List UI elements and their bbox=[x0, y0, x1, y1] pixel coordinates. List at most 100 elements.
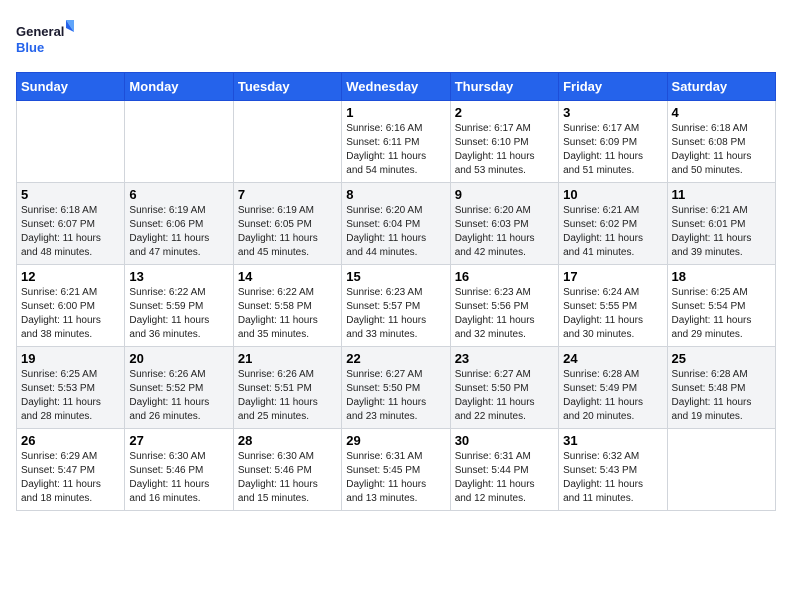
day-info: Sunrise: 6:20 AMSunset: 6:03 PMDaylight:… bbox=[455, 204, 554, 260]
calendar-cell: 20 Sunrise: 6:26 AMSunset: 5:52 PMDayligh… bbox=[125, 347, 233, 429]
day-info: Sunrise: 6:23 AMSunset: 5:56 PMDaylight:… bbox=[455, 286, 554, 342]
day-number: 31 bbox=[563, 433, 662, 448]
day-info: Sunrise: 6:22 AMSunset: 5:58 PMDaylight:… bbox=[238, 286, 337, 342]
day-number: 11 bbox=[672, 187, 771, 202]
day-number: 25 bbox=[672, 351, 771, 366]
day-info: Sunrise: 6:27 AMSunset: 5:50 PMDaylight:… bbox=[455, 368, 554, 424]
day-number: 20 bbox=[129, 351, 228, 366]
day-header-friday: Friday bbox=[559, 73, 667, 101]
day-info: Sunrise: 6:16 AMSunset: 6:11 PMDaylight:… bbox=[346, 122, 445, 178]
day-info: Sunrise: 6:30 AMSunset: 5:46 PMDaylight:… bbox=[129, 450, 228, 506]
day-info: Sunrise: 6:28 AMSunset: 5:48 PMDaylight:… bbox=[672, 368, 771, 424]
day-number: 27 bbox=[129, 433, 228, 448]
calendar-header-row: SundayMondayTuesdayWednesdayThursdayFrid… bbox=[17, 73, 776, 101]
calendar-cell: 16 Sunrise: 6:23 AMSunset: 5:56 PMDayligh… bbox=[450, 265, 558, 347]
calendar-cell: 13 Sunrise: 6:22 AMSunset: 5:59 PMDayligh… bbox=[125, 265, 233, 347]
calendar-week-row: 12Sunrise: 6:21 AMSunset: 6:00 PMDayligh… bbox=[17, 265, 776, 347]
day-number: 23 bbox=[455, 351, 554, 366]
day-number: 4 bbox=[672, 105, 771, 120]
day-info: Sunrise: 6:18 AMSunset: 6:08 PMDaylight:… bbox=[672, 122, 771, 178]
day-info: Sunrise: 6:20 AMSunset: 6:04 PMDaylight:… bbox=[346, 204, 445, 260]
day-info: Sunrise: 6:32 AMSunset: 5:43 PMDaylight:… bbox=[563, 450, 662, 506]
day-number: 10 bbox=[563, 187, 662, 202]
calendar-cell: 21 Sunrise: 6:26 AMSunset: 5:51 PMDayligh… bbox=[233, 347, 341, 429]
day-number: 5 bbox=[21, 187, 120, 202]
calendar-cell: 11 Sunrise: 6:21 AMSunset: 6:01 PMDayligh… bbox=[667, 183, 775, 265]
day-number: 21 bbox=[238, 351, 337, 366]
calendar-table: SundayMondayTuesdayWednesdayThursdayFrid… bbox=[16, 72, 776, 511]
day-number: 6 bbox=[129, 187, 228, 202]
calendar-cell: 2Sunrise: 6:17 AMSunset: 6:10 PMDaylight… bbox=[450, 101, 558, 183]
day-info: Sunrise: 6:26 AMSunset: 5:51 PMDaylight:… bbox=[238, 368, 337, 424]
day-info: Sunrise: 6:21 AMSunset: 6:00 PMDaylight:… bbox=[21, 286, 120, 342]
day-info: Sunrise: 6:31 AMSunset: 5:45 PMDaylight:… bbox=[346, 450, 445, 506]
day-info: Sunrise: 6:29 AMSunset: 5:47 PMDaylight:… bbox=[21, 450, 120, 506]
calendar-cell: 28 Sunrise: 6:30 AMSunset: 5:46 PMDayligh… bbox=[233, 429, 341, 511]
day-info: Sunrise: 6:19 AMSunset: 6:05 PMDaylight:… bbox=[238, 204, 337, 260]
calendar-cell: 10 Sunrise: 6:21 AMSunset: 6:02 PMDayligh… bbox=[559, 183, 667, 265]
calendar-cell: 17Sunrise: 6:24 AMSunset: 5:55 PMDayligh… bbox=[559, 265, 667, 347]
day-info: Sunrise: 6:23 AMSunset: 5:57 PMDaylight:… bbox=[346, 286, 445, 342]
day-number: 2 bbox=[455, 105, 554, 120]
calendar-cell: 18 Sunrise: 6:25 AMSunset: 5:54 PMDayligh… bbox=[667, 265, 775, 347]
day-info: Sunrise: 6:21 AMSunset: 6:02 PMDaylight:… bbox=[563, 204, 662, 260]
day-number: 29 bbox=[346, 433, 445, 448]
calendar-cell: 27 Sunrise: 6:30 AMSunset: 5:46 PMDayligh… bbox=[125, 429, 233, 511]
logo: General Blue bbox=[16, 16, 76, 60]
day-header-wednesday: Wednesday bbox=[342, 73, 450, 101]
calendar-week-row: 26Sunrise: 6:29 AMSunset: 5:47 PMDayligh… bbox=[17, 429, 776, 511]
calendar-cell: 31 Sunrise: 6:32 AMSunset: 5:43 PMDayligh… bbox=[559, 429, 667, 511]
day-info: Sunrise: 6:22 AMSunset: 5:59 PMDaylight:… bbox=[129, 286, 228, 342]
day-number: 3 bbox=[563, 105, 662, 120]
day-number: 15 bbox=[346, 269, 445, 284]
day-header-saturday: Saturday bbox=[667, 73, 775, 101]
calendar-cell: 5 Sunrise: 6:18 AMSunset: 6:07 PMDaylight… bbox=[17, 183, 125, 265]
day-info: Sunrise: 6:18 AMSunset: 6:07 PMDaylight:… bbox=[21, 204, 120, 260]
day-number: 14 bbox=[238, 269, 337, 284]
calendar-cell: 26Sunrise: 6:29 AMSunset: 5:47 PMDayligh… bbox=[17, 429, 125, 511]
day-info: Sunrise: 6:26 AMSunset: 5:52 PMDaylight:… bbox=[129, 368, 228, 424]
calendar-cell: 1Sunrise: 6:16 AMSunset: 6:11 PMDaylight… bbox=[342, 101, 450, 183]
page-header: General Blue bbox=[16, 16, 776, 60]
calendar-week-row: 1Sunrise: 6:16 AMSunset: 6:11 PMDaylight… bbox=[17, 101, 776, 183]
logo-svg: General Blue bbox=[16, 16, 76, 60]
calendar-cell: 6Sunrise: 6:19 AMSunset: 6:06 PMDaylight… bbox=[125, 183, 233, 265]
day-header-tuesday: Tuesday bbox=[233, 73, 341, 101]
calendar-cell: 29 Sunrise: 6:31 AMSunset: 5:45 PMDayligh… bbox=[342, 429, 450, 511]
day-number: 28 bbox=[238, 433, 337, 448]
calendar-week-row: 5 Sunrise: 6:18 AMSunset: 6:07 PMDaylight… bbox=[17, 183, 776, 265]
day-info: Sunrise: 6:31 AMSunset: 5:44 PMDaylight:… bbox=[455, 450, 554, 506]
day-info: Sunrise: 6:27 AMSunset: 5:50 PMDaylight:… bbox=[346, 368, 445, 424]
calendar-cell bbox=[667, 429, 775, 511]
calendar-cell: 3 Sunrise: 6:17 AMSunset: 6:09 PMDaylight… bbox=[559, 101, 667, 183]
day-number: 19 bbox=[21, 351, 120, 366]
calendar-week-row: 19Sunrise: 6:25 AMSunset: 5:53 PMDayligh… bbox=[17, 347, 776, 429]
calendar-cell: 14 Sunrise: 6:22 AMSunset: 5:58 PMDayligh… bbox=[233, 265, 341, 347]
day-info: Sunrise: 6:25 AMSunset: 5:54 PMDaylight:… bbox=[672, 286, 771, 342]
calendar-cell: 19Sunrise: 6:25 AMSunset: 5:53 PMDayligh… bbox=[17, 347, 125, 429]
day-number: 13 bbox=[129, 269, 228, 284]
calendar-cell: 9Sunrise: 6:20 AMSunset: 6:03 PMDaylight… bbox=[450, 183, 558, 265]
day-info: Sunrise: 6:24 AMSunset: 5:55 PMDaylight:… bbox=[563, 286, 662, 342]
day-number: 7 bbox=[238, 187, 337, 202]
calendar-cell: 22 Sunrise: 6:27 AMSunset: 5:50 PMDayligh… bbox=[342, 347, 450, 429]
svg-text:Blue: Blue bbox=[16, 40, 44, 55]
day-header-monday: Monday bbox=[125, 73, 233, 101]
day-info: Sunrise: 6:17 AMSunset: 6:09 PMDaylight:… bbox=[563, 122, 662, 178]
day-number: 24 bbox=[563, 351, 662, 366]
calendar-cell: 4 Sunrise: 6:18 AMSunset: 6:08 PMDaylight… bbox=[667, 101, 775, 183]
calendar-cell: 23 Sunrise: 6:27 AMSunset: 5:50 PMDayligh… bbox=[450, 347, 558, 429]
day-header-sunday: Sunday bbox=[17, 73, 125, 101]
day-number: 22 bbox=[346, 351, 445, 366]
day-header-thursday: Thursday bbox=[450, 73, 558, 101]
svg-text:General: General bbox=[16, 24, 64, 39]
day-info: Sunrise: 6:21 AMSunset: 6:01 PMDaylight:… bbox=[672, 204, 771, 260]
calendar-cell bbox=[125, 101, 233, 183]
calendar-cell: 7 Sunrise: 6:19 AMSunset: 6:05 PMDaylight… bbox=[233, 183, 341, 265]
day-number: 16 bbox=[455, 269, 554, 284]
day-number: 18 bbox=[672, 269, 771, 284]
calendar-cell: 25 Sunrise: 6:28 AMSunset: 5:48 PMDayligh… bbox=[667, 347, 775, 429]
day-info: Sunrise: 6:30 AMSunset: 5:46 PMDaylight:… bbox=[238, 450, 337, 506]
calendar-cell: 24 Sunrise: 6:28 AMSunset: 5:49 PMDayligh… bbox=[559, 347, 667, 429]
day-info: Sunrise: 6:28 AMSunset: 5:49 PMDaylight:… bbox=[563, 368, 662, 424]
